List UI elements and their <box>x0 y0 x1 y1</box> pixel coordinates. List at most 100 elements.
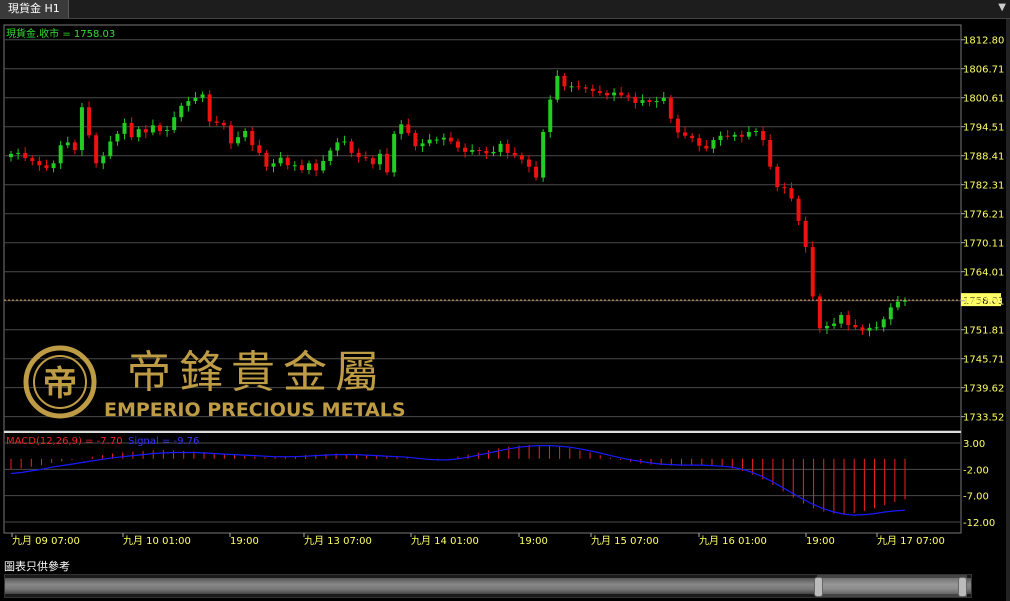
tab-chart[interactable]: 現貨金 H1 <box>0 0 69 18</box>
tab-bar: 現貨金 H1 ▼ <box>0 0 1010 19</box>
navigator-scrollbar[interactable] <box>4 574 972 598</box>
candle-body <box>314 163 319 171</box>
x-tick-label: 九月 15 07:00 <box>591 535 659 547</box>
candle-body <box>228 125 233 144</box>
candle-body <box>335 142 340 151</box>
candle-body <box>385 153 390 173</box>
candle-body <box>512 152 517 156</box>
candle-body <box>732 134 737 137</box>
x-tick-label: 九月 09 07:00 <box>12 535 80 547</box>
candle-body <box>690 135 695 139</box>
x-tick-label: 19:00 <box>806 536 835 547</box>
candle-body <box>434 139 439 141</box>
candle-body <box>541 131 546 178</box>
candle-body <box>356 152 361 158</box>
macd-tick-label: -7.00 <box>963 492 989 503</box>
candle-body <box>697 138 702 146</box>
candle-body <box>803 220 808 248</box>
candle-body <box>888 307 893 320</box>
candle-body <box>796 198 801 221</box>
candle-body <box>115 133 120 142</box>
candle-body <box>675 118 680 133</box>
candle-body <box>817 296 822 329</box>
candle-body <box>65 142 70 146</box>
candle-body <box>597 91 602 93</box>
navigator-handle-right[interactable] <box>958 577 967 597</box>
price-tick-label: 1751.81 <box>963 326 1004 337</box>
candle-body <box>30 158 35 161</box>
navigator-window[interactable] <box>817 575 967 597</box>
price-tick-label: 1788.41 <box>963 152 1004 163</box>
chart-area[interactable]: 帝 帝鋒貴金屬 EMPERIO PRECIOUS METALS 1758.03 … <box>0 19 1010 573</box>
x-tick-label: 19:00 <box>230 536 259 547</box>
candle-body <box>860 327 865 331</box>
candle-body <box>271 163 276 167</box>
price-tick-label: 1745.71 <box>963 355 1004 366</box>
price-tick-label: 1757.91 <box>963 297 1004 308</box>
x-tick-label: 九月 10 01:00 <box>123 535 191 547</box>
candle-body <box>718 135 723 141</box>
candle-body <box>895 301 900 308</box>
x-tick-label: 19:00 <box>519 536 548 547</box>
candle-body <box>470 150 475 152</box>
candle-body <box>363 157 368 159</box>
candle-body <box>165 130 170 132</box>
candle-body <box>619 92 624 96</box>
candle-body <box>704 145 709 149</box>
navigator-handle-left[interactable] <box>814 577 823 597</box>
candle-body <box>725 135 730 137</box>
x-tick-label: 九月 14 01:00 <box>411 535 479 547</box>
triangle-down-icon[interactable]: ▼ <box>998 2 1006 13</box>
candle-body <box>874 327 879 329</box>
candle-body <box>87 107 92 136</box>
candle-body <box>200 94 205 98</box>
candle-body <box>136 129 141 138</box>
candle-body <box>768 140 773 167</box>
candle-body <box>370 158 375 165</box>
candle-body <box>108 141 113 157</box>
candle-body <box>51 163 56 169</box>
candle-body <box>562 75 567 87</box>
x-axis: 九月 09 07:00 九月 10 01:00 19:00 九月 13 07:00 九月… <box>11 533 945 547</box>
candle-body <box>782 187 787 189</box>
watermark-english: EMPERIO PRECIOUS METALS <box>104 399 406 421</box>
chart-svg[interactable]: 帝 帝鋒貴金屬 EMPERIO PRECIOUS METALS 1758.03 … <box>0 19 1006 559</box>
price-tick-label: 1800.61 <box>963 94 1004 105</box>
candle-body <box>846 315 851 325</box>
watermark-chinese: 帝鋒貴金屬 <box>127 347 387 398</box>
candle-body <box>775 166 780 188</box>
candle-body <box>881 319 886 328</box>
candle-body <box>456 141 460 148</box>
candle-body <box>761 131 766 141</box>
candle-body <box>44 165 49 169</box>
candle-body <box>94 135 99 164</box>
candle-body <box>392 133 397 173</box>
candle-body <box>264 152 269 167</box>
candle-body <box>221 122 226 126</box>
candle-body <box>420 143 425 147</box>
candle-body <box>16 152 21 154</box>
candle-body <box>612 92 617 96</box>
candle-body <box>824 325 829 329</box>
candle-body <box>342 141 347 143</box>
candle-body <box>9 153 13 158</box>
watermark-logo-letter: 帝 <box>43 364 77 404</box>
price-tick-label: 1739.62 <box>963 384 1004 395</box>
candle-body <box>668 97 673 119</box>
candle-body <box>576 86 581 88</box>
price-legend: 現貨金.收市 = 1758.03 <box>6 27 115 40</box>
candle-body <box>186 101 191 106</box>
candle-body <box>150 125 155 133</box>
candle-body <box>683 132 688 136</box>
candle-body <box>129 122 134 138</box>
candle-body <box>867 327 872 331</box>
candle-body <box>307 163 311 170</box>
candle-body <box>548 99 553 132</box>
candle-body <box>605 92 609 96</box>
candle-body <box>739 134 744 137</box>
macd-tick-label: -2.00 <box>963 465 989 476</box>
price-tick-label: 1733.52 <box>963 413 1004 424</box>
candle-body <box>463 147 468 152</box>
candle-body <box>711 140 716 149</box>
candle-body <box>583 87 588 89</box>
